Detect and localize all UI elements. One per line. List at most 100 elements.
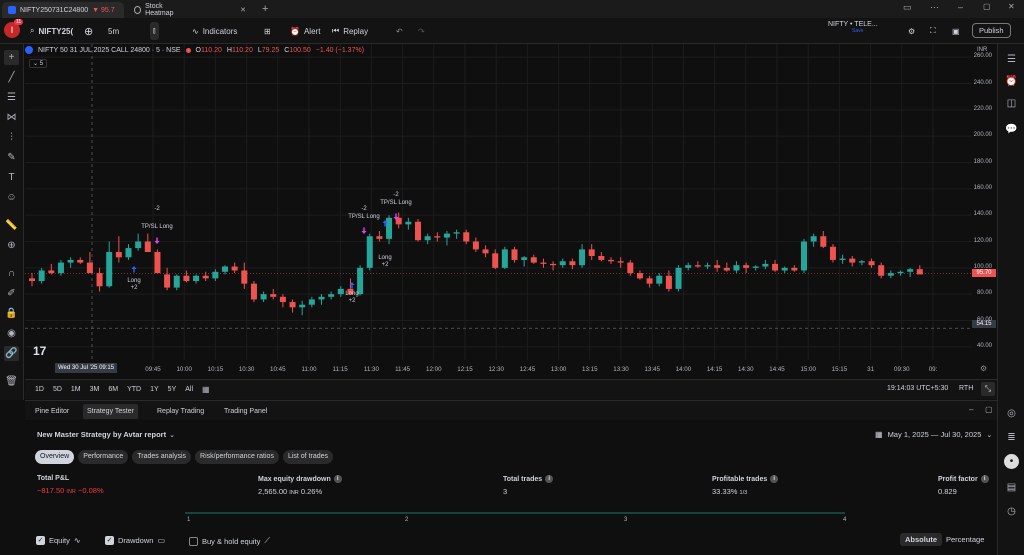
tab-replay-trading[interactable]: Replay Trading <box>153 404 208 419</box>
rth-toggle[interactable]: RTH <box>959 385 973 392</box>
buyhold-toggle[interactable]: Buy & hold equity ⟋ <box>189 536 270 546</box>
subtab-list-of-trades[interactable]: List of trades <box>282 450 334 464</box>
replay-button[interactable]: ⏮ Replay <box>332 22 368 40</box>
tab-stock-heatmap[interactable]: Stock Heatmap ✕ <box>128 2 252 18</box>
settings-dots-icon[interactable]: ⋯ <box>930 2 939 13</box>
info-icon[interactable]: i <box>333 475 342 483</box>
percentage-button[interactable]: Percentage <box>946 535 984 544</box>
range-button-1y[interactable]: 1Y <box>150 386 159 393</box>
watchlist-layout[interactable]: NIFTY • TELE... Save <box>812 21 878 34</box>
axis-settings-icon[interactable]: ⚙ <box>980 364 987 373</box>
candle-body <box>829 246 836 260</box>
forecast-icon[interactable]: ⫶ <box>4 130 19 145</box>
fullscreen-icon[interactable]: ⛶ <box>930 22 936 40</box>
symbol-search[interactable]: ⌕ NIFTY25( <box>30 22 73 40</box>
close-tab-icon[interactable]: ✕ <box>240 6 246 14</box>
subtab-trades-analysis[interactable]: Trades analysis <box>132 450 192 464</box>
subtab-risk-performance-ratios[interactable]: Risk/performance ratios <box>195 450 279 464</box>
screenshot-icon[interactable]: ▣ <box>952 22 960 40</box>
time-axis[interactable]: Wed 30 Jul '25 09:15 09:45 10:00 10:15 10:3… <box>25 360 972 378</box>
maximize-panel-icon[interactable]: ▢ <box>985 405 993 414</box>
ideas-icon[interactable]: ◷ <box>1004 504 1019 519</box>
interval-button[interactable]: 5m <box>108 22 119 40</box>
new-tab-icon[interactable]: + <box>262 3 268 15</box>
watchlist-icon[interactable]: ☰ <box>1004 52 1019 67</box>
info-icon[interactable]: i <box>545 475 554 483</box>
range-button-1d[interactable]: 1D <box>35 386 44 393</box>
range-button-ytd[interactable]: YTD <box>127 386 141 393</box>
price-axis[interactable]: INR 95.70 54.15 ⚙ 260.00 240.00 220.00 200.… <box>972 44 996 378</box>
chat-icon[interactable]: 💬 <box>1004 122 1019 137</box>
tab-nifty-option[interactable]: NIFTY250731C24800 ▼ 95.7 <box>2 2 124 18</box>
legend-collapse[interactable]: ⌄ 5 <box>29 59 48 68</box>
redo-icon[interactable]: ↷ <box>418 22 425 40</box>
range-button-1m[interactable]: 1M <box>71 386 81 393</box>
range-button-6m[interactable]: 6M <box>108 386 118 393</box>
help-icon[interactable]: • <box>1004 454 1019 469</box>
clock-display[interactable]: 19:14:03 UTC+5:30 <box>887 385 948 392</box>
candles-svg: Long+2-2TP/SL LongLong+2-2TP/SL LongLong… <box>25 44 972 360</box>
price-chart[interactable]: Long +2 -2 TP/SL Long Long +2 -2 TP/SL Long Long… <box>25 44 972 378</box>
range-buttons: 1D 5D 1M 3M 6M YTD 1Y 5Y All <box>35 386 202 393</box>
link-icon[interactable]: 🔗 <box>4 346 19 361</box>
trendline-icon[interactable]: ╱ <box>4 70 19 85</box>
time-tick: 12:00 <box>426 366 442 373</box>
magnet-icon[interactable]: ∩ <box>4 266 19 281</box>
subtab-performance[interactable]: Performance <box>78 450 129 464</box>
text-icon[interactable]: T <box>4 170 19 185</box>
time-tick: 12:15 <box>457 366 473 373</box>
indicators-button[interactable]: ∿ Indicators <box>192 22 237 40</box>
checkbox-checked-icon[interactable]: ✓ <box>36 536 45 545</box>
screen-icon[interactable]: ▭ <box>903 2 912 13</box>
checkbox-unchecked-icon[interactable] <box>189 536 198 546</box>
alerts-clock-icon[interactable]: ⏰ <box>1004 74 1019 89</box>
lock-icon[interactable]: 🔒 <box>4 306 19 321</box>
subtab-overview[interactable]: Overview <box>35 450 75 464</box>
trash-icon[interactable]: 🗑 <box>4 374 19 389</box>
minimize-icon[interactable]: – <box>958 2 963 12</box>
info-icon[interactable]: i <box>770 475 779 483</box>
tab-pine-editor[interactable]: Pine Editor <box>31 404 73 419</box>
checkbox-checked-icon[interactable]: ✓ <box>105 536 114 545</box>
brush-icon[interactable]: ✎ <box>4 150 19 165</box>
strategy-selector[interactable]: New Master Strategy by Avtar report ⌄ <box>37 430 175 439</box>
date-range-picker[interactable]: ▦ May 1, 2025 — Jul 30, 2025 ⌄ <box>875 430 992 439</box>
ruler-icon[interactable]: 📏 <box>4 218 19 233</box>
pattern-icon[interactable]: ⋈ <box>4 110 19 125</box>
lock-drawing-icon[interactable]: ✐ <box>4 286 19 301</box>
publish-button[interactable]: Publish <box>972 23 1011 38</box>
undo-icon[interactable]: ↶ <box>396 22 403 40</box>
stat-total-trades: Total trades i 3 <box>503 475 554 496</box>
tab-trading-panel[interactable]: Trading Panel <box>220 404 271 419</box>
target-icon[interactable]: ◎ <box>1004 406 1019 421</box>
hotlist-icon[interactable]: ≣ <box>1004 430 1019 445</box>
maximize-icon[interactable]: ▢ <box>983 2 991 11</box>
range-button-3m[interactable]: 3M <box>90 386 100 393</box>
currency-label[interactable]: INR <box>977 47 987 53</box>
tab-strategy-tester[interactable]: Strategy Tester <box>83 404 138 419</box>
candles-icon[interactable]: ⫾ <box>150 22 159 40</box>
info-icon[interactable]: i <box>980 475 989 483</box>
gear-icon[interactable]: ⚙ <box>908 22 915 40</box>
range-button-5y[interactable]: 5Y <box>168 386 177 393</box>
layout-grid-icon[interactable]: ⊞ <box>264 22 271 40</box>
calendar-range-icon[interactable]: ▦ <box>202 385 210 394</box>
drawdown-toggle[interactable]: ✓ Drawdown ▭ <box>105 536 165 545</box>
auto-scale-icon[interactable]: ⤡ <box>981 382 995 396</box>
zoom-icon[interactable]: ⊕ <box>4 238 19 253</box>
crosshair-icon[interactable]: + <box>4 50 19 65</box>
absolute-button[interactable]: Absolute <box>900 533 943 546</box>
pnl-value: −817.50 <box>37 486 65 495</box>
emoji-icon[interactable]: ☺ <box>4 190 19 205</box>
equity-toggle[interactable]: ✓ Equity ∿ <box>36 536 81 545</box>
range-button-all[interactable]: All <box>185 386 193 393</box>
news-icon[interactable]: ▤ <box>1004 480 1019 495</box>
range-button-5d[interactable]: 5D <box>53 386 62 393</box>
collapse-panel-icon[interactable]: – <box>969 405 973 414</box>
alert-button[interactable]: ⏰ Alert <box>290 22 320 40</box>
eye-icon[interactable]: ◉ <box>4 326 19 341</box>
compare-plus-icon[interactable]: ⊕ <box>84 22 93 40</box>
close-window-icon[interactable]: ✕ <box>1008 2 1015 11</box>
fib-icon[interactable]: ☰ <box>4 90 19 105</box>
data-window-icon[interactable]: ◫ <box>1004 96 1019 111</box>
